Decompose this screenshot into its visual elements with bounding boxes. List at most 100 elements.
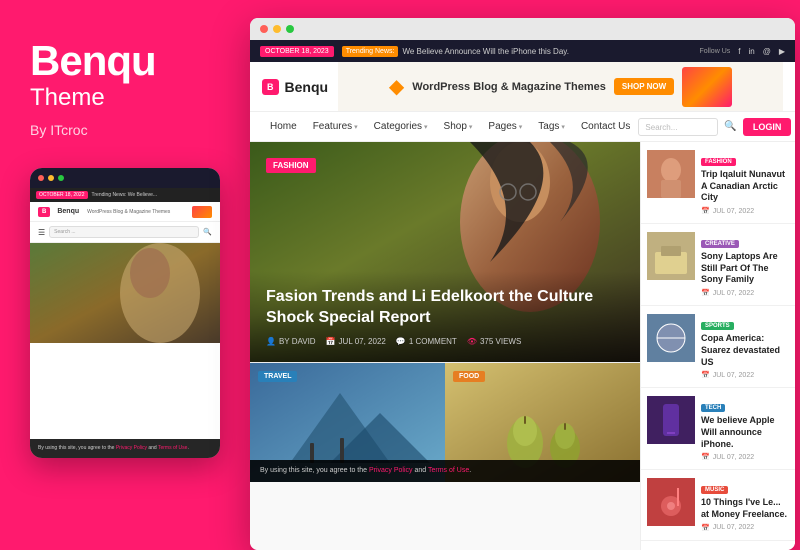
banner-text: WordPress Blog & Magazine Themes: [412, 81, 606, 93]
mobile-hero-image: [30, 243, 220, 343]
comment-icon: 💬: [396, 337, 406, 346]
mobile-nav: B Benqu WordPress Blog & Magazine Themes: [30, 202, 220, 222]
mobile-logo-name: Benqu: [57, 208, 79, 215]
hero-author: 👤 BY DAVID: [266, 337, 316, 346]
browser-dot-yellow: [273, 25, 281, 33]
mobile-news-ticker: Trending News: We Believe...: [92, 192, 158, 198]
right-sidebar: FASHION Trip Iqaluit Nunavut A Canadian …: [640, 142, 795, 550]
calendar-icon: 📅: [701, 524, 710, 532]
secondary-nav: Home Features ▾ Categories ▾ Shop ▾ Page…: [250, 112, 795, 142]
sidebar-post-image-2: [647, 232, 695, 280]
sidebar-post-image-1: [647, 150, 695, 198]
sidebar-cat-badge-3: SPORTS: [701, 322, 734, 330]
mobile-logo: B: [38, 207, 50, 217]
hero-post[interactable]: FASHION Fasion Trends and Li Edelkoort t…: [250, 142, 640, 362]
sidebar-post-content-5: MUSIC 10 Things I've Le... at Money Free…: [701, 478, 789, 531]
logo-name: Benqu: [285, 79, 329, 95]
sidebar-cat-badge-4: TECH: [701, 404, 725, 412]
main-content: FASHION Fasion Trends and Li Edelkoort t…: [250, 142, 640, 550]
sidebar-cat-badge-5: MUSIC: [701, 486, 728, 494]
nav-categories[interactable]: Categories ▾: [366, 112, 436, 141]
mobile-banner-img: [192, 206, 212, 218]
food-category-badge: FOOD: [453, 371, 485, 382]
nav-logo[interactable]: B Benqu: [262, 79, 328, 95]
calendar-icon: 📅: [701, 453, 710, 461]
trending-label: Trending News:: [342, 46, 399, 57]
brand-by: By ITcroc: [30, 122, 88, 138]
hero-post-content: Fasion Trends and Li Edelkoort the Cultu…: [250, 271, 640, 362]
sidebar-post-date-1: 📅 JUL 07, 2022: [701, 207, 789, 215]
search-icon[interactable]: 🔍: [724, 121, 736, 132]
twitter-icon[interactable]: @: [763, 47, 771, 56]
logo-badge: B: [262, 79, 279, 95]
browser-dot-red: [260, 25, 268, 33]
sidebar-post-content-3: SPORTS Copa America: Suarez devastated U…: [701, 314, 789, 379]
hero-comments: 💬 1 COMMENT: [396, 337, 457, 346]
mobile-cookie-text: By using this site, you agree to the Pri…: [38, 445, 212, 452]
brand-subtitle: Theme: [30, 84, 105, 112]
news-icons: Follow Us f in @ ▶: [700, 47, 785, 56]
mobile-hamburger-icon: ☰: [38, 228, 45, 237]
news-trending: Trending News: We Believe Announce Will …: [342, 46, 569, 57]
hero-category-badge: FASHION: [266, 158, 316, 173]
linkedin-icon[interactable]: in: [748, 47, 754, 56]
mobile-dot-red: [38, 175, 44, 181]
hero-post-meta: 👤 BY DAVID 📅 JUL 07, 2022 💬 1 COMMENT: [266, 337, 624, 346]
nav-tags[interactable]: Tags ▾: [530, 112, 573, 141]
sidebar-post-4[interactable]: TECH We believe Apple Will announce iPho…: [641, 388, 795, 470]
sidebar-post-title-3: Copa America: Suarez devastated US: [701, 333, 789, 368]
user-icon: 👤: [266, 337, 276, 346]
sidebar-post-date-4: 📅 JUL 07, 2022: [701, 453, 789, 461]
login-button[interactable]: LOGIN: [743, 118, 792, 136]
mobile-date-badge: OCTOBER 18, 2022: [36, 191, 88, 199]
sidebar-cat-badge-1: FASHION: [701, 158, 736, 166]
travel-category-badge: TRAVEL: [258, 371, 297, 382]
left-brand-panel: Benqu Theme By ITcroc OCTOBER 18, 2022 T…: [0, 0, 245, 550]
nav-home[interactable]: Home: [262, 112, 305, 141]
calendar-icon: 📅: [701, 371, 710, 379]
mobile-mockup: OCTOBER 18, 2022 Trending News: We Belie…: [30, 168, 220, 458]
brand-name: Benqu: [30, 40, 156, 82]
browser-dot-green: [286, 25, 294, 33]
banner-icon: ◆: [389, 74, 404, 99]
calendar-icon: 📅: [701, 207, 710, 215]
sidebar-cat-badge-2: CREATIVE: [701, 240, 739, 248]
content-area: FASHION Fasion Trends and Li Edelkoort t…: [250, 142, 795, 550]
mobile-search-input[interactable]: Search ...: [49, 226, 199, 238]
sidebar-post-title-1: Trip Iqaluit Nunavut A Canadian Arctic C…: [701, 169, 789, 204]
sidebar-post-3[interactable]: SPORTS Copa America: Suarez devastated U…: [641, 306, 795, 388]
nav-search-area: Search... 🔍 LOGIN: [638, 118, 791, 136]
sidebar-post-image-3: [647, 314, 695, 362]
youtube-icon[interactable]: ▶: [779, 47, 785, 56]
nav-pages[interactable]: Pages ▾: [480, 112, 530, 141]
cookie-text: By using this site, you agree to the Pri…: [260, 466, 630, 477]
mobile-search-bar: ☰ Search ... 🔍: [30, 222, 220, 243]
sidebar-post-date-3: 📅 JUL 07, 2022: [701, 371, 789, 379]
nav-contact[interactable]: Contact Us: [573, 112, 638, 141]
main-nav: B Benqu ◆ WordPress Blog & Magazine Them…: [250, 62, 795, 112]
chevron-down-icon: ▾: [354, 123, 358, 131]
calendar-icon: 📅: [701, 289, 710, 297]
sidebar-post-1[interactable]: FASHION Trip Iqaluit Nunavut A Canadian …: [641, 142, 795, 224]
facebook-icon[interactable]: f: [738, 47, 740, 56]
sidebar-post-content-4: TECH We believe Apple Will announce iPho…: [701, 396, 789, 461]
search-input[interactable]: Search...: [638, 118, 718, 136]
nav-shop[interactable]: Shop ▾: [436, 112, 481, 141]
mobile-banner-text: WordPress Blog & Magazine Themes: [87, 209, 188, 215]
sidebar-post-title-2: Sony Laptops Are Still Part Of The Sony …: [701, 251, 789, 286]
hero-date: 📅 JUL 07, 2022: [326, 337, 386, 346]
hero-views: 👁 375 VIEWS: [467, 337, 522, 346]
chevron-down-icon: ▾: [561, 123, 565, 131]
mobile-cookie-bar: By using this site, you agree to the Pri…: [30, 439, 220, 458]
sidebar-post-5[interactable]: MUSIC 10 Things I've Le... at Money Free…: [641, 470, 795, 540]
sidebar-post-2[interactable]: CREATIVE Sony Laptops Are Still Part Of …: [641, 224, 795, 306]
sidebar-post-date-5: 📅 JUL 07, 2022: [701, 524, 789, 532]
bottom-posts-wrapper: TRAVEL: [250, 362, 640, 482]
calendar-icon: 📅: [326, 337, 336, 346]
cookie-bar: By using this site, you agree to the Pri…: [250, 460, 640, 483]
shop-now-button[interactable]: SHOP NOW: [614, 78, 674, 95]
nav-features[interactable]: Features ▾: [305, 112, 366, 141]
hero-post-title: Fasion Trends and Li Edelkoort the Cultu…: [266, 287, 624, 329]
sidebar-post-title-5: 10 Things I've Le... at Money Freelance.: [701, 497, 789, 520]
chevron-down-icon: ▾: [519, 123, 523, 131]
